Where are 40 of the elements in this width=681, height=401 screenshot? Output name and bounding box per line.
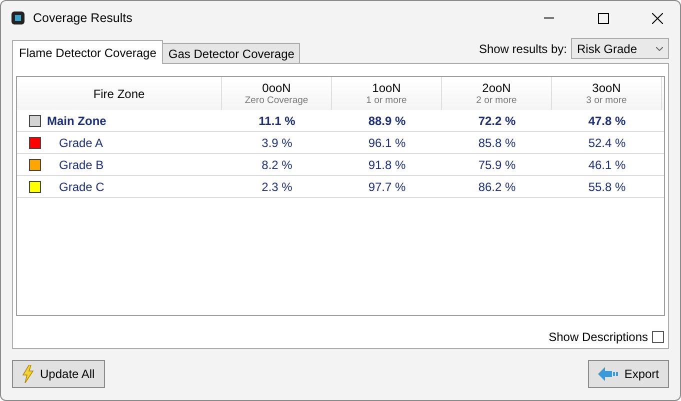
table-cell-text: 52.4 % — [587, 136, 627, 150]
table-cell-text: 72.2 % — [477, 114, 517, 128]
checkbox[interactable] — [652, 331, 664, 343]
export-button[interactable]: Export — [588, 360, 669, 388]
table-cell-text: 11.1 % — [258, 114, 296, 128]
arrow-icon — [598, 367, 618, 381]
show-descriptions-label: Show Descriptions — [548, 330, 648, 344]
table-cell-text: 85.8 % — [477, 136, 517, 150]
column-header[interactable]: 3ooN 3 or more — [552, 77, 662, 110]
close-icon — [652, 12, 662, 24]
zone-name: Grade B — [59, 158, 104, 172]
table-cell-text: 2.3 % — [260, 180, 294, 194]
table-cell-text: 88.9 % — [367, 114, 407, 128]
update-button[interactable]: Update All — [12, 360, 105, 388]
column-header[interactable]: 0ooN Zero Coverage — [222, 77, 332, 110]
chevron-down-icon — [656, 46, 663, 50]
maximize-icon — [598, 12, 608, 24]
table-cell-text: 96.1 % — [367, 136, 407, 150]
table-cell-text: 55.8 % — [587, 180, 627, 194]
column-header[interactable]: 1ooN 1 or more — [332, 77, 442, 110]
results-dropdown[interactable]: Risk Grade — [571, 38, 669, 59]
column-header[interactable]: Fire Zone — [17, 77, 222, 110]
tab[interactable]: Gas Detector Coverage — [162, 43, 300, 63]
table-cell-text: 86.2 % — [477, 180, 517, 194]
table-cell-text: 46.1 % — [587, 158, 627, 172]
table-cell-text: 3.9 % — [260, 136, 294, 150]
zone-name: Grade C — [59, 180, 104, 194]
table-cell-text: 91.8 % — [367, 158, 407, 172]
window-title: Coverage Results — [33, 11, 134, 25]
column-header[interactable]: 2ooN 2 or more — [442, 77, 552, 110]
zone-name: Main Zone — [47, 114, 106, 128]
lightning-icon — [22, 365, 34, 383]
tab[interactable]: Flame Detector Coverage — [12, 40, 164, 64]
table-cell-text: 97.7 % — [367, 180, 407, 194]
table-cell-text: 75.9 % — [477, 158, 517, 172]
app-icon — [11, 11, 25, 25]
table-cell-text: 8.2 % — [260, 158, 294, 172]
zone-name: Grade A — [59, 136, 104, 150]
table-cell-text: 47.8 % — [587, 114, 627, 128]
show-results-label: Show results by: — [478, 42, 567, 56]
